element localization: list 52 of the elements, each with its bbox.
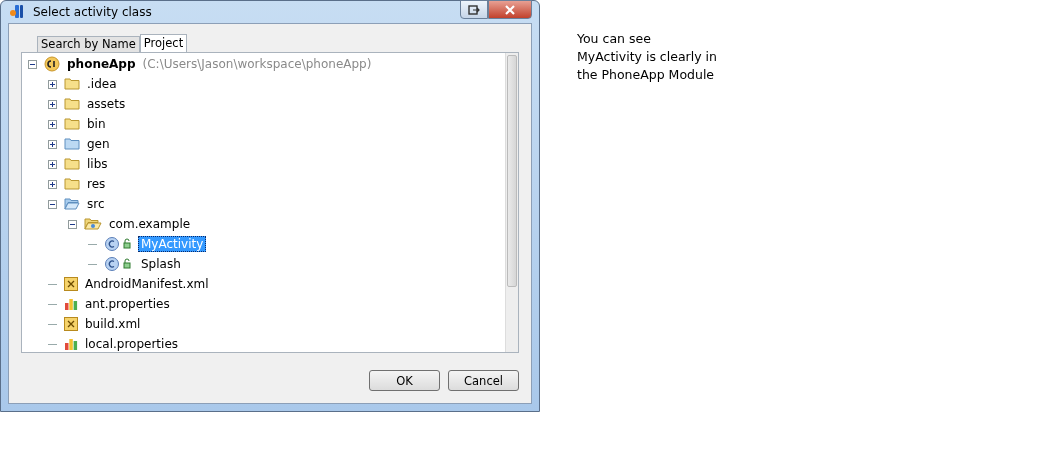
bar-chart-icon xyxy=(64,297,78,311)
expand-toggle[interactable] xyxy=(48,119,57,129)
window-title: Select activity class xyxy=(33,5,153,19)
expand-toggle[interactable] xyxy=(48,179,57,189)
tab[interactable]: Search by Name xyxy=(37,36,140,52)
expand-toggle[interactable] xyxy=(48,139,57,149)
folder-icon xyxy=(64,137,80,151)
app-icon xyxy=(9,4,25,20)
tree-item[interactable]: build.xml xyxy=(82,316,144,332)
collapse-toggle[interactable] xyxy=(48,199,57,209)
folder-icon xyxy=(64,197,80,211)
xml-file-icon xyxy=(64,277,78,291)
restore-button[interactable] xyxy=(460,0,488,19)
restore-icon xyxy=(468,4,480,15)
tree-item[interactable]: gen xyxy=(84,136,113,152)
tree-item[interactable]: res xyxy=(84,176,109,192)
folder-icon xyxy=(64,117,80,131)
folder-icon xyxy=(64,97,80,111)
tree-item[interactable]: AndroidManifest.xml xyxy=(82,276,212,292)
tree-item[interactable]: libs xyxy=(84,156,111,172)
tree-item[interactable]: com.example xyxy=(106,216,194,232)
class-icon xyxy=(104,256,134,272)
tree-item[interactable]: bin xyxy=(84,116,109,132)
xml-file-icon xyxy=(64,317,78,331)
scrollbar[interactable] xyxy=(505,53,518,352)
folder-icon xyxy=(64,77,80,91)
expand-toggle[interactable] xyxy=(48,99,57,109)
folder-icon xyxy=(64,177,80,191)
module-path: (C:\Users\Jason\workspace\phoneApp) xyxy=(142,57,372,71)
expand-toggle[interactable] xyxy=(48,79,57,89)
bar-chart-icon xyxy=(64,337,78,351)
close-icon xyxy=(504,4,516,15)
collapse-toggle[interactable] xyxy=(28,59,37,69)
module-icon xyxy=(44,56,60,72)
tree-item[interactable]: ant.properties xyxy=(82,296,173,312)
tree-item[interactable]: src xyxy=(84,196,108,212)
package-icon xyxy=(84,217,102,231)
tree-item[interactable]: Splash xyxy=(138,256,184,272)
expand-toggle[interactable] xyxy=(48,159,57,169)
tab[interactable]: Project xyxy=(139,34,188,52)
tree-item[interactable]: .idea xyxy=(84,76,120,92)
folder-icon xyxy=(64,157,80,171)
class-icon xyxy=(104,236,134,252)
dialog-button[interactable]: OK xyxy=(369,370,440,391)
tree-item[interactable]: local.properties xyxy=(82,336,181,352)
scrollbar-thumb[interactable] xyxy=(507,55,517,287)
close-button[interactable] xyxy=(488,0,532,19)
tree-item[interactable]: assets xyxy=(84,96,129,112)
tree-item[interactable]: phoneApp xyxy=(64,56,139,72)
note-text: You can see MyActivity is clearly in the PhoneApp Module xyxy=(577,30,717,84)
collapse-toggle[interactable] xyxy=(68,219,77,229)
dialog-button[interactable]: Cancel xyxy=(448,370,519,391)
